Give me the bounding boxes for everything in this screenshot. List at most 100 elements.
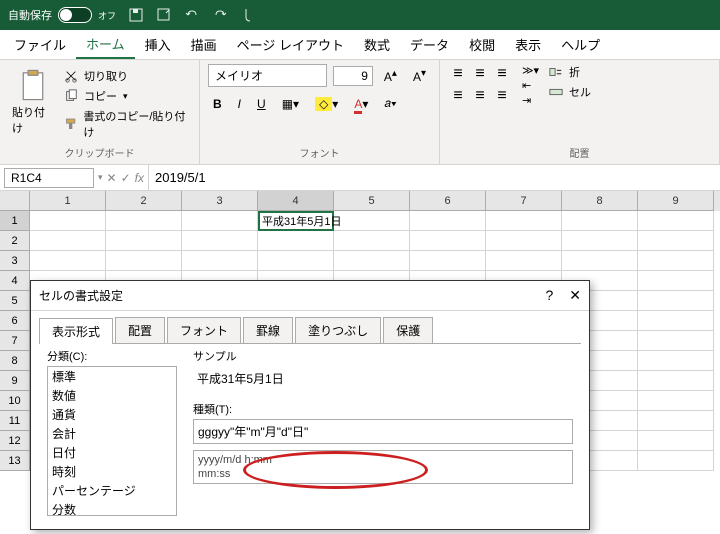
cell[interactable]: [410, 211, 486, 231]
orientation-button[interactable]: ≫▾: [522, 64, 539, 77]
cut-button[interactable]: 切り取り: [64, 68, 191, 84]
dtab-font[interactable]: フォント: [167, 317, 241, 343]
font-color-button[interactable]: A▾: [349, 94, 373, 114]
decrease-indent-icon[interactable]: ⇤: [522, 79, 539, 92]
cell[interactable]: [638, 451, 714, 471]
cat-item[interactable]: 通貨: [48, 405, 176, 424]
cat-item[interactable]: パーセンテージ: [48, 481, 176, 500]
autosave-toggle[interactable]: 自動保存 オフ: [8, 7, 116, 23]
row-header[interactable]: 3: [0, 251, 30, 271]
cell[interactable]: [30, 231, 106, 251]
phonetic-button[interactable]: 𝑎▾: [379, 93, 401, 114]
help-icon[interactable]: ?: [545, 287, 553, 304]
tab-view[interactable]: 表示: [505, 31, 551, 58]
cell[interactable]: [638, 411, 714, 431]
cell[interactable]: [638, 211, 714, 231]
cell[interactable]: [638, 431, 714, 451]
cell[interactable]: [106, 231, 182, 251]
undo-icon[interactable]: [184, 7, 200, 23]
align-bottom-icon[interactable]: ≡: [492, 64, 512, 84]
cell[interactable]: [562, 211, 638, 231]
col-header[interactable]: 6: [410, 191, 486, 211]
cell[interactable]: [30, 251, 106, 271]
cell[interactable]: [638, 371, 714, 391]
increase-font-icon[interactable]: A▴: [379, 65, 402, 87]
merge-button[interactable]: セル: [549, 84, 591, 100]
save-as-icon[interactable]: [156, 7, 172, 23]
align-middle-icon[interactable]: ≡: [470, 64, 490, 84]
row-header[interactable]: 2: [0, 231, 30, 251]
cell[interactable]: [258, 251, 334, 271]
fx-icon[interactable]: fx: [135, 171, 144, 185]
row-header[interactable]: 6: [0, 311, 30, 331]
font-size-select[interactable]: 9: [333, 66, 373, 86]
cell[interactable]: [106, 211, 182, 231]
cell[interactable]: [562, 231, 638, 251]
tab-formulas[interactable]: 数式: [354, 31, 400, 58]
dtab-alignment[interactable]: 配置: [115, 317, 165, 343]
cell[interactable]: [258, 231, 334, 251]
type-list[interactable]: yyyy/m/d h:mm mm:ss: [193, 450, 573, 484]
fill-color-button[interactable]: ◇▾: [310, 94, 343, 114]
align-left-icon[interactable]: ≡: [448, 86, 468, 106]
cell[interactable]: [106, 251, 182, 271]
row-header[interactable]: 7: [0, 331, 30, 351]
cell[interactable]: [334, 251, 410, 271]
cell[interactable]: [638, 351, 714, 371]
format-painter-button[interactable]: 書式のコピー/貼り付け: [64, 108, 191, 140]
dtab-fill[interactable]: 塗りつぶし: [295, 317, 381, 343]
select-all-corner[interactable]: [0, 191, 30, 211]
cell[interactable]: [182, 231, 258, 251]
row-header[interactable]: 10: [0, 391, 30, 411]
paste-button[interactable]: 貼り付け: [8, 64, 58, 140]
cell[interactable]: [334, 211, 410, 231]
redo-icon[interactable]: [212, 7, 228, 23]
cell[interactable]: [486, 211, 562, 231]
cell[interactable]: [638, 231, 714, 251]
cell[interactable]: [638, 291, 714, 311]
tab-file[interactable]: ファイル: [4, 31, 76, 58]
name-box[interactable]: R1C4: [4, 168, 94, 188]
col-header[interactable]: 2: [106, 191, 182, 211]
increase-indent-icon[interactable]: ⇥: [522, 94, 539, 107]
category-list[interactable]: 標準 数値 通貨 会計 日付 時刻 パーセンテージ 分数 指数: [47, 366, 177, 516]
col-header[interactable]: 4: [258, 191, 334, 211]
col-header[interactable]: 8: [562, 191, 638, 211]
enter-formula-icon[interactable]: ✓: [121, 171, 131, 185]
row-header[interactable]: 9: [0, 371, 30, 391]
align-center-icon[interactable]: ≡: [470, 86, 490, 106]
cell[interactable]: [562, 251, 638, 271]
cell[interactable]: [638, 271, 714, 291]
border-button[interactable]: ▦▾: [277, 94, 304, 114]
cell[interactable]: [410, 231, 486, 251]
cat-item[interactable]: 時刻: [48, 462, 176, 481]
touch-mode-icon[interactable]: [240, 7, 256, 23]
italic-button[interactable]: I: [233, 94, 246, 114]
cell[interactable]: [486, 251, 562, 271]
row-header[interactable]: 12: [0, 431, 30, 451]
tab-page-layout[interactable]: ページ レイアウト: [227, 31, 354, 58]
align-top-icon[interactable]: ≡: [448, 64, 468, 84]
row-header[interactable]: 5: [0, 291, 30, 311]
dtab-protection[interactable]: 保護: [383, 317, 433, 343]
cancel-formula-icon[interactable]: ✕: [107, 171, 117, 185]
col-header[interactable]: 1: [30, 191, 106, 211]
copy-button[interactable]: コピー▾: [64, 88, 191, 104]
row-header[interactable]: 11: [0, 411, 30, 431]
cat-item[interactable]: 日付: [48, 443, 176, 462]
dtab-border[interactable]: 罫線: [243, 317, 293, 343]
save-icon[interactable]: [128, 7, 144, 23]
cell[interactable]: [638, 251, 714, 271]
cell[interactable]: [182, 251, 258, 271]
tab-draw[interactable]: 描画: [181, 31, 227, 58]
cell[interactable]: [638, 311, 714, 331]
underline-button[interactable]: U: [252, 94, 271, 114]
cell[interactable]: [182, 211, 258, 231]
cell[interactable]: [638, 331, 714, 351]
cell[interactable]: [30, 211, 106, 231]
align-right-icon[interactable]: ≡: [492, 86, 512, 106]
type-list-item[interactable]: yyyy/m/d h:mm: [198, 453, 568, 467]
cat-item[interactable]: 標準: [48, 367, 176, 386]
row-header[interactable]: 8: [0, 351, 30, 371]
cell[interactable]: 平成31年5月1日: [258, 211, 334, 231]
